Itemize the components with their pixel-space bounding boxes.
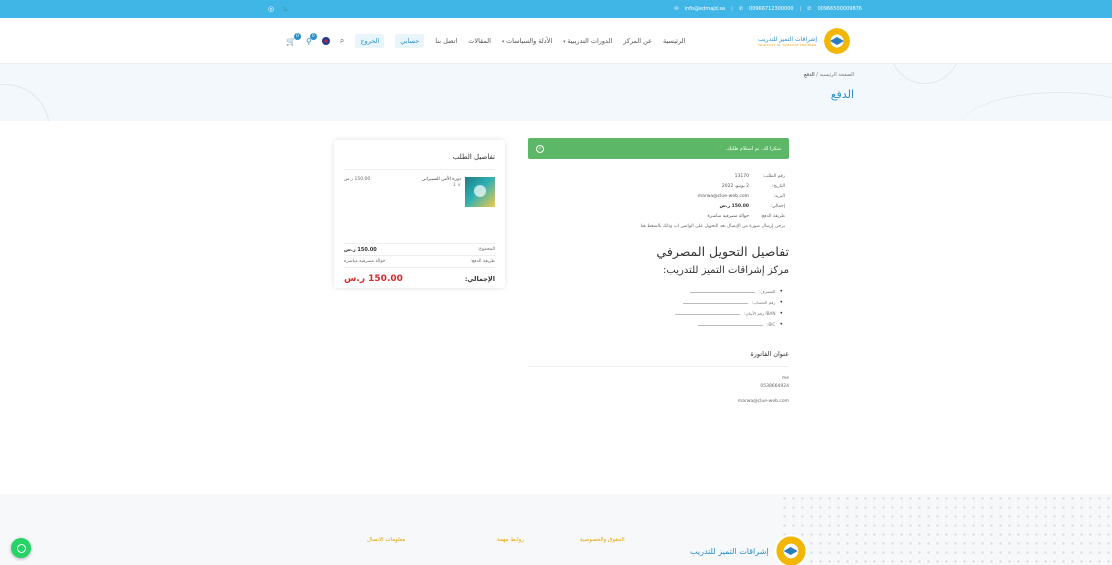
site-header: إشراقات التميز للتدريب ISHRAQAT AL TAMAY… (0, 18, 1112, 64)
order-details: رقم الطلب: 13170 التاريخ: 2 يونيو، 2022 … (528, 171, 785, 230)
logo-text-en: ISHRAQAT AL TAMAYOZ TRAINING (758, 42, 817, 47)
footer-links-heading: روابط مهمة (497, 537, 524, 543)
item-price: 150.00 ر.س (344, 177, 371, 182)
detail-row: البريد: marwa@clue-web.com (697, 193, 785, 199)
language-flag-icon[interactable] (321, 37, 330, 45)
phone-icon: ✆ (807, 6, 812, 12)
list-item: BIC: (528, 319, 783, 330)
nav-courses[interactable]: الدورات التدريبية (563, 37, 612, 45)
wishlist-icon[interactable]: ⚲ 0 (306, 32, 317, 46)
breadcrumb-current: الدفع (804, 72, 815, 78)
cart-icon[interactable]: 🛒 0 (286, 32, 301, 46)
page-banner: الصفحة الرئيسية / الدفع الدفع (0, 64, 1112, 121)
bank-details-list: المصرف: رقم الحساب: IBAN رقم الآيبان: BI… (528, 286, 783, 330)
nav-guides[interactable]: الأدلة والسياسات (502, 37, 552, 45)
site-footer: إشراقات التميز للتدريب الحقوق والخصوصية … (0, 494, 1112, 565)
bank-account-name: مركز إشراقات التميز للتدريب: (663, 265, 789, 276)
top-bar: ◎ 🐦 ✉ info@edmajd.sa | ✆ 00966712300000 … (0, 0, 1112, 18)
separator: | (799, 6, 802, 12)
billing-address-title: عنوان الفاتورة (528, 350, 789, 367)
whatsapp-note[interactable]: يرجى إرسال صورة من الإيصال بعد التحويل ع… (635, 223, 785, 230)
list-item: المصرف: (528, 286, 783, 297)
email-icon: ✉ (674, 6, 679, 12)
nav-home[interactable]: الرئيسية (663, 37, 685, 45)
my-account-button[interactable]: حسابي (395, 34, 425, 48)
breadcrumb: الصفحة الرئيسية / الدفع (804, 72, 854, 78)
success-alert: شكرا لك. تم استلام طلبك. ✓ (528, 138, 789, 159)
header-icons: 🛒 0 ⚲ 0 ⌕ (286, 32, 344, 46)
separator: | (731, 6, 733, 12)
nav-articles[interactable]: المقالات (468, 37, 491, 45)
phone-icon: ✆ (738, 6, 744, 12)
social-links: ◎ 🐦 (268, 0, 290, 18)
billing-address: me 0538664924 (760, 376, 789, 389)
whatsapp-icon[interactable] (11, 538, 31, 558)
footer-contact-heading: معلومات الاتصال (367, 537, 406, 543)
order-summary-card: تفاصيل الطلب دورة الأمن السيبراني × 1 15… (334, 140, 505, 288)
nav-contact[interactable]: اتصل بنا (435, 37, 457, 45)
page-title: الدفع (830, 88, 854, 101)
cart-count-badge: 0 (293, 32, 301, 40)
order-item: دورة الأمن السيبراني × 1 150.00 ر.س (344, 177, 495, 211)
topbar-email[interactable]: info@edmajd.sa (685, 6, 725, 12)
logo-text-ar: إشراقات التميز للتدريب (758, 35, 817, 43)
footer-logo[interactable]: إشراقات التميز للتدريب (690, 534, 808, 565)
search-icon[interactable]: ⌕ (340, 36, 344, 46)
nav-about[interactable]: عن المركز (623, 37, 652, 45)
twitter-icon[interactable]: 🐦 (282, 6, 289, 13)
detail-row: إجمالي: 150.00 ر.س (719, 203, 785, 209)
success-message: شكرا لك. تم استلام طلبك. (725, 145, 781, 152)
footer-rights-heading: الحقوق والخصوصية (580, 537, 625, 543)
instagram-icon[interactable]: ◎ (268, 5, 274, 13)
course-thumbnail[interactable] (465, 177, 495, 207)
total-row: الإجمالي: 150.00 ر.س (344, 267, 495, 289)
topbar-phone-2[interactable]: 00966712300000 (749, 6, 794, 12)
item-quantity: × 1 (452, 183, 461, 188)
topbar-phone-1[interactable]: 00966500009876 (817, 6, 862, 12)
order-summary-title: تفاصيل الطلب (344, 153, 495, 170)
detail-row: رقم الطلب: 13170 (734, 173, 785, 179)
payment-method-row: طريقة الدفع: حوالة مصرفية مباشرة (344, 255, 495, 267)
wishlist-count-badge: 0 (309, 32, 317, 40)
list-item: IBAN رقم الآيبان: (528, 308, 783, 319)
logout-button[interactable]: الخروج (355, 34, 385, 48)
billing-email: marwa@clue-web.com (737, 399, 789, 404)
breadcrumb-home[interactable]: الصفحة الرئيسية (820, 72, 855, 78)
detail-row: التاريخ: 2 يونيو، 2022 (721, 183, 785, 189)
logo-emblem-icon (773, 534, 808, 565)
order-received: شكرا لك. تم استلام طلبك. ✓ رقم الطلب: 13… (528, 138, 789, 404)
subtotal-row: المجموع: 150.00 ر.س (344, 243, 495, 255)
site-logo[interactable]: إشراقات التميز للتدريب ISHRAQAT AL TAMAY… (752, 26, 852, 56)
bank-transfer-heading: تفاصيل التحويل المصرفي (656, 244, 789, 259)
detail-row: طريقة الدفع: حوالة مصرفية مباشرة (707, 213, 785, 219)
logo-emblem-icon (822, 26, 852, 56)
main-nav: الرئيسية عن المركز الدورات التدريبية الأ… (280, 32, 685, 49)
list-item: رقم الحساب: (528, 297, 783, 308)
check-circle-icon: ✓ (536, 144, 544, 153)
contact-info: ✉ info@edmajd.sa | ✆ 00966712300000 | ✆ … (675, 0, 862, 18)
